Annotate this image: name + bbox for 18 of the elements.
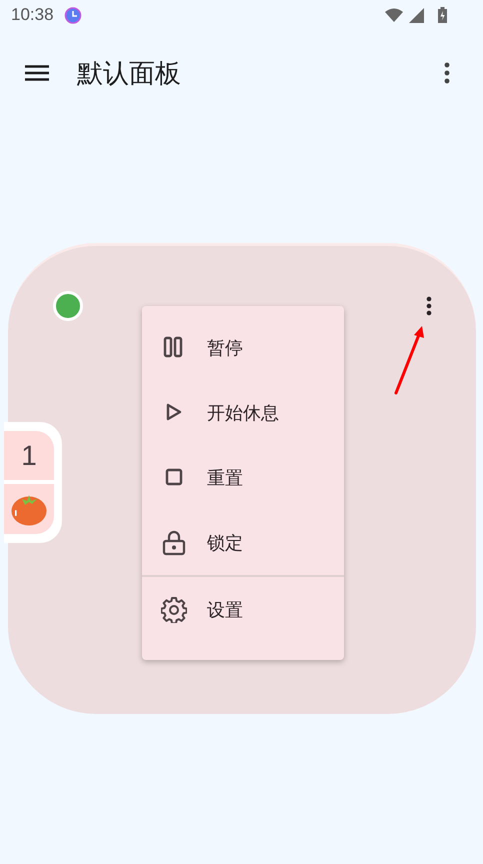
app-title: 默认面板: [77, 58, 181, 90]
settings-icon: [161, 596, 187, 622]
status-time: 10:38: [11, 5, 54, 25]
menu-item[interactable]: 锁定: [142, 510, 344, 575]
wifi-icon: [385, 8, 403, 22]
menu-item[interactable]: 设置: [142, 577, 344, 642]
menu-icon[interactable]: [25, 65, 49, 81]
pomodoro-count: 1: [4, 431, 54, 480]
clock-icon: [64, 6, 82, 24]
menu-item[interactable]: 重置: [142, 445, 344, 510]
signal-icon: [409, 8, 424, 22]
more-icon[interactable]: [444, 62, 450, 84]
menu-item[interactable]: 暂停: [142, 315, 344, 380]
more-icon[interactable]: [426, 296, 432, 316]
annotation-arrow: [393, 324, 425, 396]
battery-icon: [438, 7, 447, 23]
lock-icon: [161, 530, 187, 556]
menu-item[interactable]: 开始休息: [142, 380, 344, 445]
